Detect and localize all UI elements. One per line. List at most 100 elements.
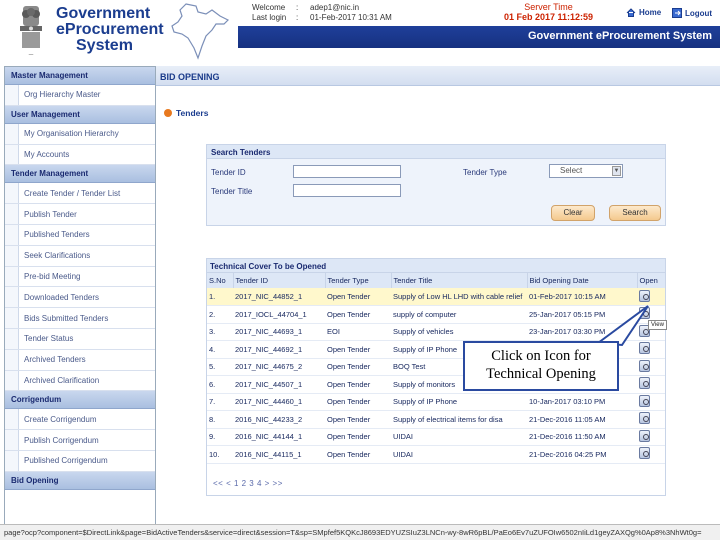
sidebar-bullet-icon	[5, 349, 19, 370]
search-panel-title: Search Tenders	[207, 145, 665, 159]
view-icon[interactable]	[639, 359, 650, 372]
view-icon[interactable]	[639, 412, 650, 425]
server-time-value: 01 Feb 2017 11:12:59	[504, 12, 594, 22]
sidebar-item[interactable]: My Accounts	[5, 144, 155, 166]
view-icon[interactable]	[639, 342, 650, 355]
table-cell: 2017_NIC_44460_1	[233, 393, 325, 411]
view-icon[interactable]	[639, 429, 650, 442]
tender-id-input[interactable]	[293, 165, 401, 178]
tender-type-value: Select	[560, 166, 583, 175]
open-cell	[637, 340, 665, 359]
table-cell: Open Tender	[325, 288, 391, 306]
sidebar-item[interactable]: Publish Corrigendum	[5, 430, 155, 451]
sidebar-item-label: Downloaded Tenders	[24, 292, 100, 302]
national-emblem-icon: —	[20, 6, 42, 58]
sidebar-item[interactable]: Org Hierarchy Master	[5, 85, 155, 106]
sidebar-item-label: Bids Submitted Tenders	[24, 313, 109, 323]
view-icon[interactable]	[639, 377, 650, 390]
sidebar-item[interactable]: Bids Submitted Tenders	[5, 308, 155, 329]
sidebar-item[interactable]: Downloaded Tenders	[5, 287, 155, 309]
table-cell: Supply of vehicles	[391, 323, 527, 341]
sidebar-item[interactable]: My Organisation Hierarchy	[5, 123, 155, 145]
sidebar-item[interactable]: Create Tender / Tender List	[5, 183, 155, 205]
home-icon	[626, 8, 636, 17]
table-cell: 2017_NIC_44692_1	[233, 340, 325, 359]
col-open: Open	[637, 273, 666, 288]
sidebar-bullet-icon	[5, 370, 19, 391]
welcome-value: adep1@nic.in	[310, 3, 360, 12]
open-cell	[637, 358, 665, 376]
breadcrumb-label: Tenders	[176, 108, 209, 118]
clear-button[interactable]: Clear	[551, 205, 595, 221]
last-login-label: Last login	[252, 13, 287, 22]
view-icon[interactable]	[639, 289, 650, 302]
tender-type-select[interactable]: Select ▼	[549, 164, 623, 178]
sidebar-bullet-icon	[5, 430, 19, 450]
table-cell: 2016_NIC_44115_1	[233, 445, 325, 464]
search-button[interactable]: Search	[609, 205, 661, 221]
home-label: Home	[639, 8, 662, 17]
view-icon[interactable]	[639, 307, 650, 320]
sidebar-section-header[interactable]: Master Management	[5, 67, 155, 85]
sidebar-item-label: Publish Tender	[24, 209, 77, 219]
breadcrumb[interactable]: Tenders	[164, 108, 208, 118]
sidebar-item[interactable]: Create Corrigendum	[5, 409, 155, 431]
table-cell: 21-Dec-2016 04:25 PM	[527, 445, 637, 464]
table-row: 3. 2017_NIC_44693_1 EOI Supply of vehicles 2…	[207, 323, 665, 341]
table-cell: 1.	[207, 288, 233, 306]
table-cell: 7.	[207, 393, 233, 411]
col-tender-id: Tender ID	[233, 273, 326, 288]
sidebar-item[interactable]: Seek Clarifications	[5, 245, 155, 267]
sidebar-menu: Master Management Org Hierarchy Master Use…	[4, 66, 156, 528]
table-cell: 3.	[207, 323, 233, 341]
search-panel: Search Tenders Tender ID Tender Title Te…	[206, 144, 666, 226]
table-header-row: S.No Tender ID Tender Type Tender Title …	[207, 273, 666, 288]
sidebar-item[interactable]: Published Corrigendum	[5, 450, 155, 472]
table-cell: 2016_NIC_44144_1	[233, 428, 325, 446]
logout-link[interactable]: Logout	[672, 8, 712, 18]
sidebar-item[interactable]: Tender Status	[5, 328, 155, 350]
table-cell: 2017_NIC_44675_2	[233, 358, 325, 376]
col-tender-type: Tender Type	[325, 273, 392, 288]
sidebar-bullet-icon	[5, 224, 19, 245]
banner-title: Government eProcurement System	[527, 30, 712, 42]
sidebar-item[interactable]: Publish Tender	[5, 204, 155, 225]
table-cell: 5.	[207, 358, 233, 376]
col-tender-title: Tender Title	[391, 273, 528, 288]
table-cell: 21-Dec-2016 11:05 AM	[527, 410, 637, 429]
table-cell: 6.	[207, 375, 233, 394]
tender-title-input[interactable]	[293, 184, 401, 197]
table-cell: 10.	[207, 445, 233, 464]
table-cell: 21-Dec-2016 11:50 AM	[527, 428, 637, 446]
open-cell	[637, 410, 665, 429]
sidebar-section-header[interactable]: Corrigendum	[5, 391, 155, 410]
sidebar-section-header[interactable]: User Management	[5, 105, 155, 124]
table-cell: UIDAI	[391, 428, 527, 446]
sidebar-section-header[interactable]: Bid Opening	[5, 471, 155, 490]
view-icon[interactable]	[639, 394, 650, 407]
welcome-label: Welcome	[252, 3, 286, 12]
sidebar-section-header[interactable]: Tender Management	[5, 165, 155, 184]
table-cell: Supply of IP Phone	[391, 393, 527, 411]
sidebar-item-label: Seek Clarifications	[24, 251, 91, 261]
sidebar-item[interactable]: Archived Tenders	[5, 349, 155, 371]
page-title: BID OPENING	[160, 72, 220, 82]
table-row: 2. 2017_IOCL_44704_1 Open Tender supply of …	[207, 305, 665, 324]
sidebar-item[interactable]: Archived Clarification	[5, 370, 155, 392]
sidebar-bullet-icon	[5, 123, 19, 144]
sidebar-item-label: Archived Tenders	[24, 355, 86, 365]
col-bid-opening-date: Bid Opening Date	[527, 273, 638, 288]
pagination[interactable]: << < 1 2 3 4 > >>	[213, 479, 283, 488]
sidebar-item-label: Published Tenders	[24, 230, 90, 240]
home-link[interactable]: Home	[626, 8, 661, 17]
table-cell: 9.	[207, 428, 233, 446]
view-icon[interactable]	[639, 447, 650, 460]
sidebar-bullet-icon	[5, 85, 19, 105]
sidebar-item-label: Org Hierarchy Master	[24, 90, 101, 100]
col-sno: S.No	[207, 273, 234, 288]
sidebar-item[interactable]: Pre-bid Meeting	[5, 266, 155, 288]
callout-line-2: Technical Opening	[486, 366, 596, 382]
sidebar-bullet-icon	[5, 144, 19, 165]
table-cell: supply of computer	[391, 305, 527, 324]
sidebar-item[interactable]: Published Tenders	[5, 224, 155, 246]
